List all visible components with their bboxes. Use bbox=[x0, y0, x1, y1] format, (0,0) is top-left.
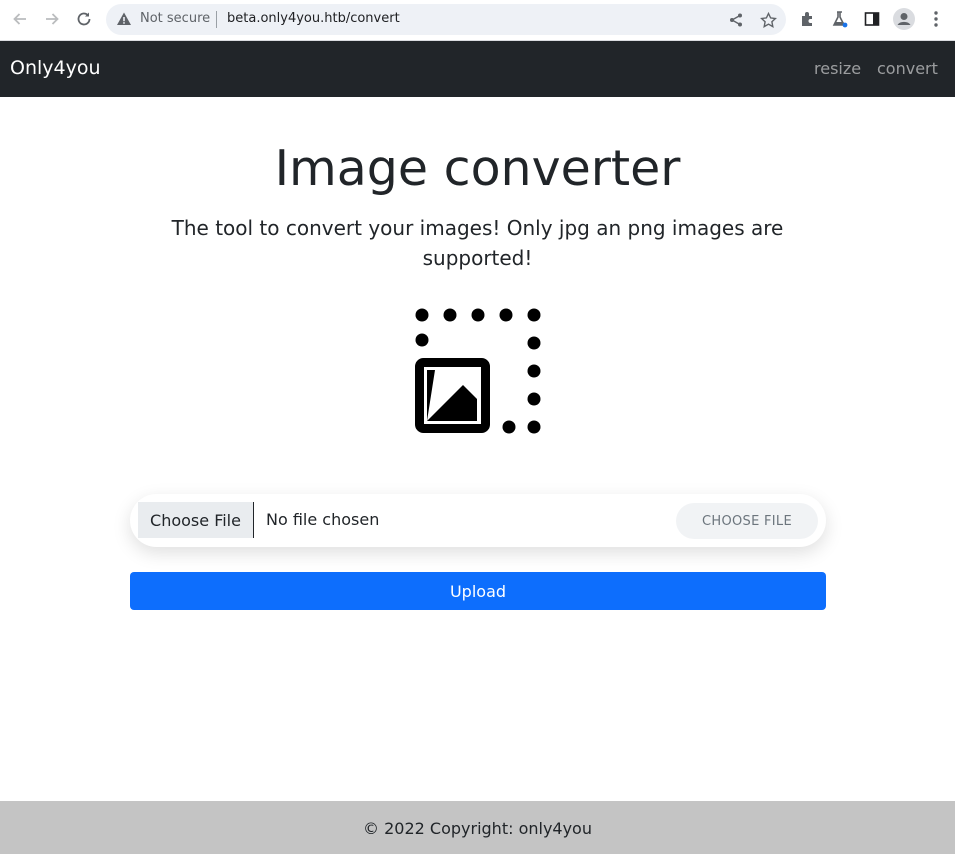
nav-link-resize[interactable]: resize bbox=[814, 59, 861, 78]
warning-icon[interactable] bbox=[116, 11, 132, 31]
site-footer: © 2022 Copyright: only4you bbox=[0, 801, 955, 854]
share-icon[interactable] bbox=[726, 10, 746, 30]
image-upload-icon bbox=[413, 307, 545, 437]
side-panel-icon[interactable] bbox=[861, 8, 883, 30]
page-title: Image converter bbox=[274, 140, 681, 197]
back-arrow-icon[interactable] bbox=[9, 8, 31, 30]
page-subtitle: The tool to convert your images! Only jp… bbox=[171, 216, 784, 270]
site-navbar: Only4you resize convert bbox=[0, 41, 955, 97]
kebab-menu-icon[interactable] bbox=[925, 8, 947, 30]
forward-arrow-icon[interactable] bbox=[41, 8, 63, 30]
divider bbox=[216, 11, 217, 28]
choose-file-button[interactable]: Choose File bbox=[138, 502, 254, 538]
extensions-icon[interactable] bbox=[797, 8, 819, 30]
navbar-brand[interactable]: Only4you bbox=[10, 57, 101, 79]
choose-file-pill-button[interactable]: CHOOSE FILE bbox=[676, 503, 818, 539]
url-text[interactable]: beta.only4you.htb/convert bbox=[227, 11, 400, 26]
browser-toolbar: Not secure beta.only4you.htb/convert bbox=[0, 0, 955, 41]
upload-button[interactable]: Upload bbox=[130, 572, 826, 610]
nav-link-convert[interactable]: convert bbox=[877, 59, 938, 78]
footer-copyright: © 2022 Copyright: only4you bbox=[363, 819, 592, 838]
file-status-text: No file chosen bbox=[266, 510, 380, 529]
star-icon[interactable] bbox=[758, 10, 778, 30]
file-input-group: Choose File No file chosen CHOOSE FILE bbox=[130, 494, 826, 547]
labs-flask-icon[interactable] bbox=[829, 8, 851, 30]
reload-icon[interactable] bbox=[73, 8, 95, 30]
not-secure-label[interactable]: Not secure bbox=[140, 11, 210, 26]
address-bar[interactable]: Not secure beta.only4you.htb/convert bbox=[106, 4, 786, 35]
profile-avatar-icon[interactable] bbox=[893, 8, 915, 30]
